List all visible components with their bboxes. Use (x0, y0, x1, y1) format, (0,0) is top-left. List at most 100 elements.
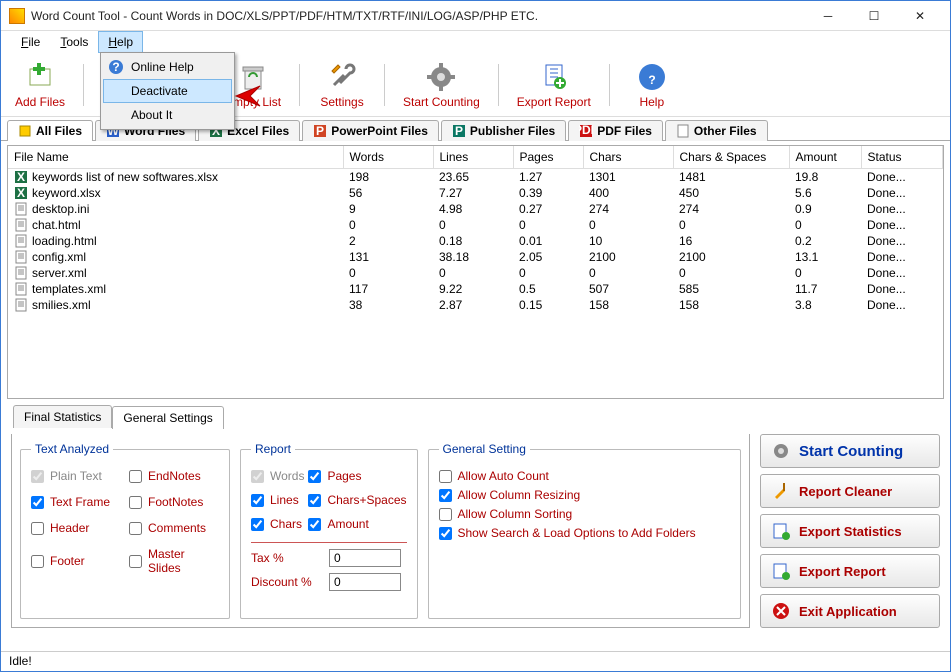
file-icon (14, 282, 28, 296)
svg-text:X: X (17, 186, 25, 200)
table-row[interactable]: Xkeyword.xlsx567.270.394004505.6Done... (8, 185, 943, 201)
start-counting-big-button[interactable]: Start Counting (760, 434, 940, 468)
help-icon: ? (636, 61, 668, 93)
table-row[interactable]: templates.xml1179.220.550758511.7Done... (8, 281, 943, 297)
svg-text:P: P (455, 124, 463, 138)
table-row[interactable]: loading.html20.180.0110160.2Done... (8, 233, 943, 249)
tab-final-statistics[interactable]: Final Statistics (13, 405, 112, 428)
table-row[interactable]: Xkeywords list of new softwares.xlsx1982… (8, 169, 943, 186)
discount-input[interactable] (329, 573, 401, 591)
file-icon (14, 234, 28, 248)
chk-plain-text[interactable]: Plain Text (31, 469, 121, 483)
chk-column-sorting[interactable]: Allow Column Sorting (439, 507, 731, 521)
add-files-button[interactable]: Add Files (9, 57, 71, 113)
export-report-big-button[interactable]: Export Report (760, 554, 940, 588)
file-icon (14, 218, 28, 232)
svg-text:PDF: PDF (579, 124, 593, 137)
help-button[interactable]: ? Help (622, 57, 682, 113)
exit-application-button[interactable]: Exit Application (760, 594, 940, 628)
chk-footer[interactable]: Footer (31, 547, 121, 575)
start-counting-button[interactable]: Start Counting (397, 57, 486, 113)
annotation-arrow-icon (232, 84, 262, 108)
menu-online-help[interactable]: ? Online Help (103, 55, 232, 79)
file-icon: X (14, 170, 28, 184)
menu-help[interactable]: Help (98, 31, 143, 53)
add-files-icon (24, 61, 56, 93)
tab-general-settings[interactable]: General Settings (112, 406, 223, 429)
app-icon (9, 8, 25, 24)
text-analyzed-group: Text Analyzed Plain Text EndNotes Text F… (20, 442, 230, 619)
col-status[interactable]: Status (861, 146, 943, 169)
export-statistics-button[interactable]: Export Statistics (760, 514, 940, 548)
chk-footnotes[interactable]: FootNotes (129, 495, 219, 509)
table-row[interactable]: desktop.ini94.980.272742740.9Done... (8, 201, 943, 217)
gear-icon (425, 61, 457, 93)
export-report-button[interactable]: Export Report (511, 57, 597, 113)
exit-icon (771, 601, 791, 621)
export-stats-icon (771, 521, 791, 541)
table-row[interactable]: smilies.xml382.870.151581583.8Done... (8, 297, 943, 313)
svg-text:X: X (17, 170, 25, 184)
settings-button[interactable]: Settings (312, 57, 372, 113)
tax-input[interactable] (329, 549, 401, 567)
tools-icon (326, 61, 358, 93)
tab-pdf-files[interactable]: PDFPDF Files (568, 120, 663, 141)
general-setting-group: General Setting Allow Auto Count Allow C… (428, 442, 742, 619)
tab-all-files[interactable]: All Files (7, 120, 93, 141)
chk-words[interactable]: Words (251, 469, 304, 483)
export-icon (771, 561, 791, 581)
file-table[interactable]: File Name Words Lines Pages Chars Chars … (7, 145, 944, 399)
chk-column-resizing[interactable]: Allow Column Resizing (439, 488, 731, 502)
menu-tools[interactable]: Tools (50, 31, 98, 53)
chk-chars-spaces[interactable]: Chars+Spaces (308, 493, 406, 507)
svg-text:?: ? (112, 60, 119, 74)
chk-master-slides[interactable]: Master Slides (129, 547, 219, 575)
col-lines[interactable]: Lines (433, 146, 513, 169)
chk-lines[interactable]: Lines (251, 493, 304, 507)
chk-pages[interactable]: Pages (308, 469, 406, 483)
chk-show-search[interactable]: Show Search & Load Options to Add Folder… (439, 526, 731, 540)
window-title: Word Count Tool - Count Words in DOC/XLS… (31, 9, 806, 23)
chk-chars[interactable]: Chars (251, 517, 304, 531)
report-cleaner-button[interactable]: Report Cleaner (760, 474, 940, 508)
gear-icon (771, 441, 791, 461)
status-bar: Idle! (1, 651, 950, 671)
table-row[interactable]: chat.html000000Done... (8, 217, 943, 233)
export-icon (538, 61, 570, 93)
minimize-button[interactable]: ─ (806, 2, 850, 30)
table-row[interactable]: server.xml000000Done... (8, 265, 943, 281)
menu-bar: File Tools Help (1, 31, 950, 53)
menu-about[interactable]: About It (103, 103, 232, 127)
help-icon: ? (107, 58, 125, 76)
file-icon (14, 266, 28, 280)
col-pages[interactable]: Pages (513, 146, 583, 169)
tab-pub-files[interactable]: PPublisher Files (441, 120, 566, 141)
broom-icon (771, 481, 791, 501)
chk-auto-count[interactable]: Allow Auto Count (439, 469, 731, 483)
svg-text:?: ? (648, 73, 655, 87)
col-words[interactable]: Words (343, 146, 433, 169)
chk-endnotes[interactable]: EndNotes (129, 469, 219, 483)
help-dropdown: ? Online Help Deactivate About It (100, 52, 235, 130)
chk-comments[interactable]: Comments (129, 521, 219, 535)
col-chars[interactable]: Chars (583, 146, 673, 169)
report-group: Report Words Pages Lines Chars+Spaces Ch… (240, 442, 418, 619)
title-bar: Word Count Tool - Count Words in DOC/XLS… (1, 1, 950, 31)
tab-other-files[interactable]: Other Files (665, 120, 768, 141)
tab-ppt-files[interactable]: PPowerPoint Files (302, 120, 439, 141)
col-filename[interactable]: File Name (8, 146, 343, 169)
chk-header[interactable]: Header (31, 521, 121, 535)
file-icon (14, 250, 28, 264)
svg-text:P: P (316, 124, 324, 138)
chk-amount[interactable]: Amount (308, 517, 406, 531)
table-row[interactable]: config.xml13138.182.052100210013.1Done..… (8, 249, 943, 265)
menu-file[interactable]: File (11, 31, 50, 53)
col-chars-spaces[interactable]: Chars & Spaces (673, 146, 789, 169)
maximize-button[interactable]: ☐ (852, 2, 896, 30)
menu-deactivate[interactable]: Deactivate (103, 79, 232, 103)
file-icon (14, 298, 28, 312)
close-button[interactable]: ✕ (898, 2, 942, 30)
col-amount[interactable]: Amount (789, 146, 861, 169)
file-icon (14, 202, 28, 216)
chk-text-frame[interactable]: Text Frame (31, 495, 121, 509)
